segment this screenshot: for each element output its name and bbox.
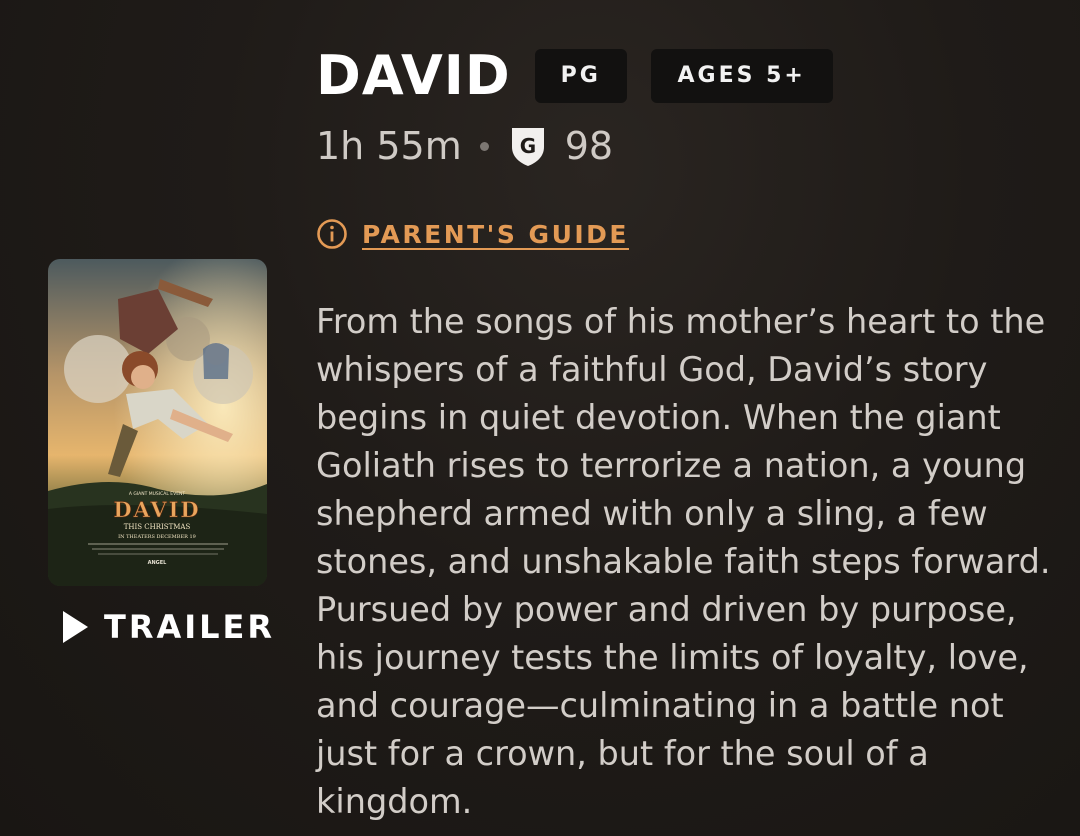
poster-release: IN THEATERS DECEMBER 19 bbox=[118, 534, 196, 540]
separator-dot bbox=[479, 141, 489, 151]
trailer-label: TRAILER bbox=[104, 608, 276, 646]
synopsis: From the songs of his mother’s heart to … bbox=[316, 302, 1051, 821]
play-icon bbox=[63, 611, 88, 643]
movie-poster[interactable]: A GIANT MUSICAL EVENT DAVID THIS CHRISTM… bbox=[48, 259, 267, 586]
meta-row: 1h 55m G 98 bbox=[316, 124, 613, 168]
movie-title: DAVID bbox=[316, 44, 511, 107]
parents-guide-label[interactable]: PARENT'S GUIDE bbox=[362, 220, 629, 249]
score: 98 bbox=[564, 124, 614, 168]
shield-letter: G bbox=[520, 134, 536, 158]
trailer-button[interactable]: TRAILER bbox=[60, 608, 275, 646]
poster-artwork: A GIANT MUSICAL EVENT DAVID THIS CHRISTM… bbox=[48, 259, 267, 586]
title-row: DAVID PG AGES 5+ bbox=[316, 44, 833, 108]
rating-badge: PG bbox=[534, 49, 627, 103]
poster-studio: ANGEL bbox=[148, 560, 168, 566]
poster-logo: DAVID bbox=[113, 497, 200, 522]
info-circle-icon bbox=[317, 219, 347, 249]
parents-guide-link[interactable]: PARENT'S GUIDE bbox=[316, 218, 629, 250]
poster-subtitle: THIS CHRISTMAS bbox=[124, 523, 191, 531]
ages-badge: AGES 5+ bbox=[650, 49, 833, 103]
shield-g-icon: G bbox=[511, 128, 544, 166]
runtime: 1h 55m bbox=[316, 124, 462, 168]
